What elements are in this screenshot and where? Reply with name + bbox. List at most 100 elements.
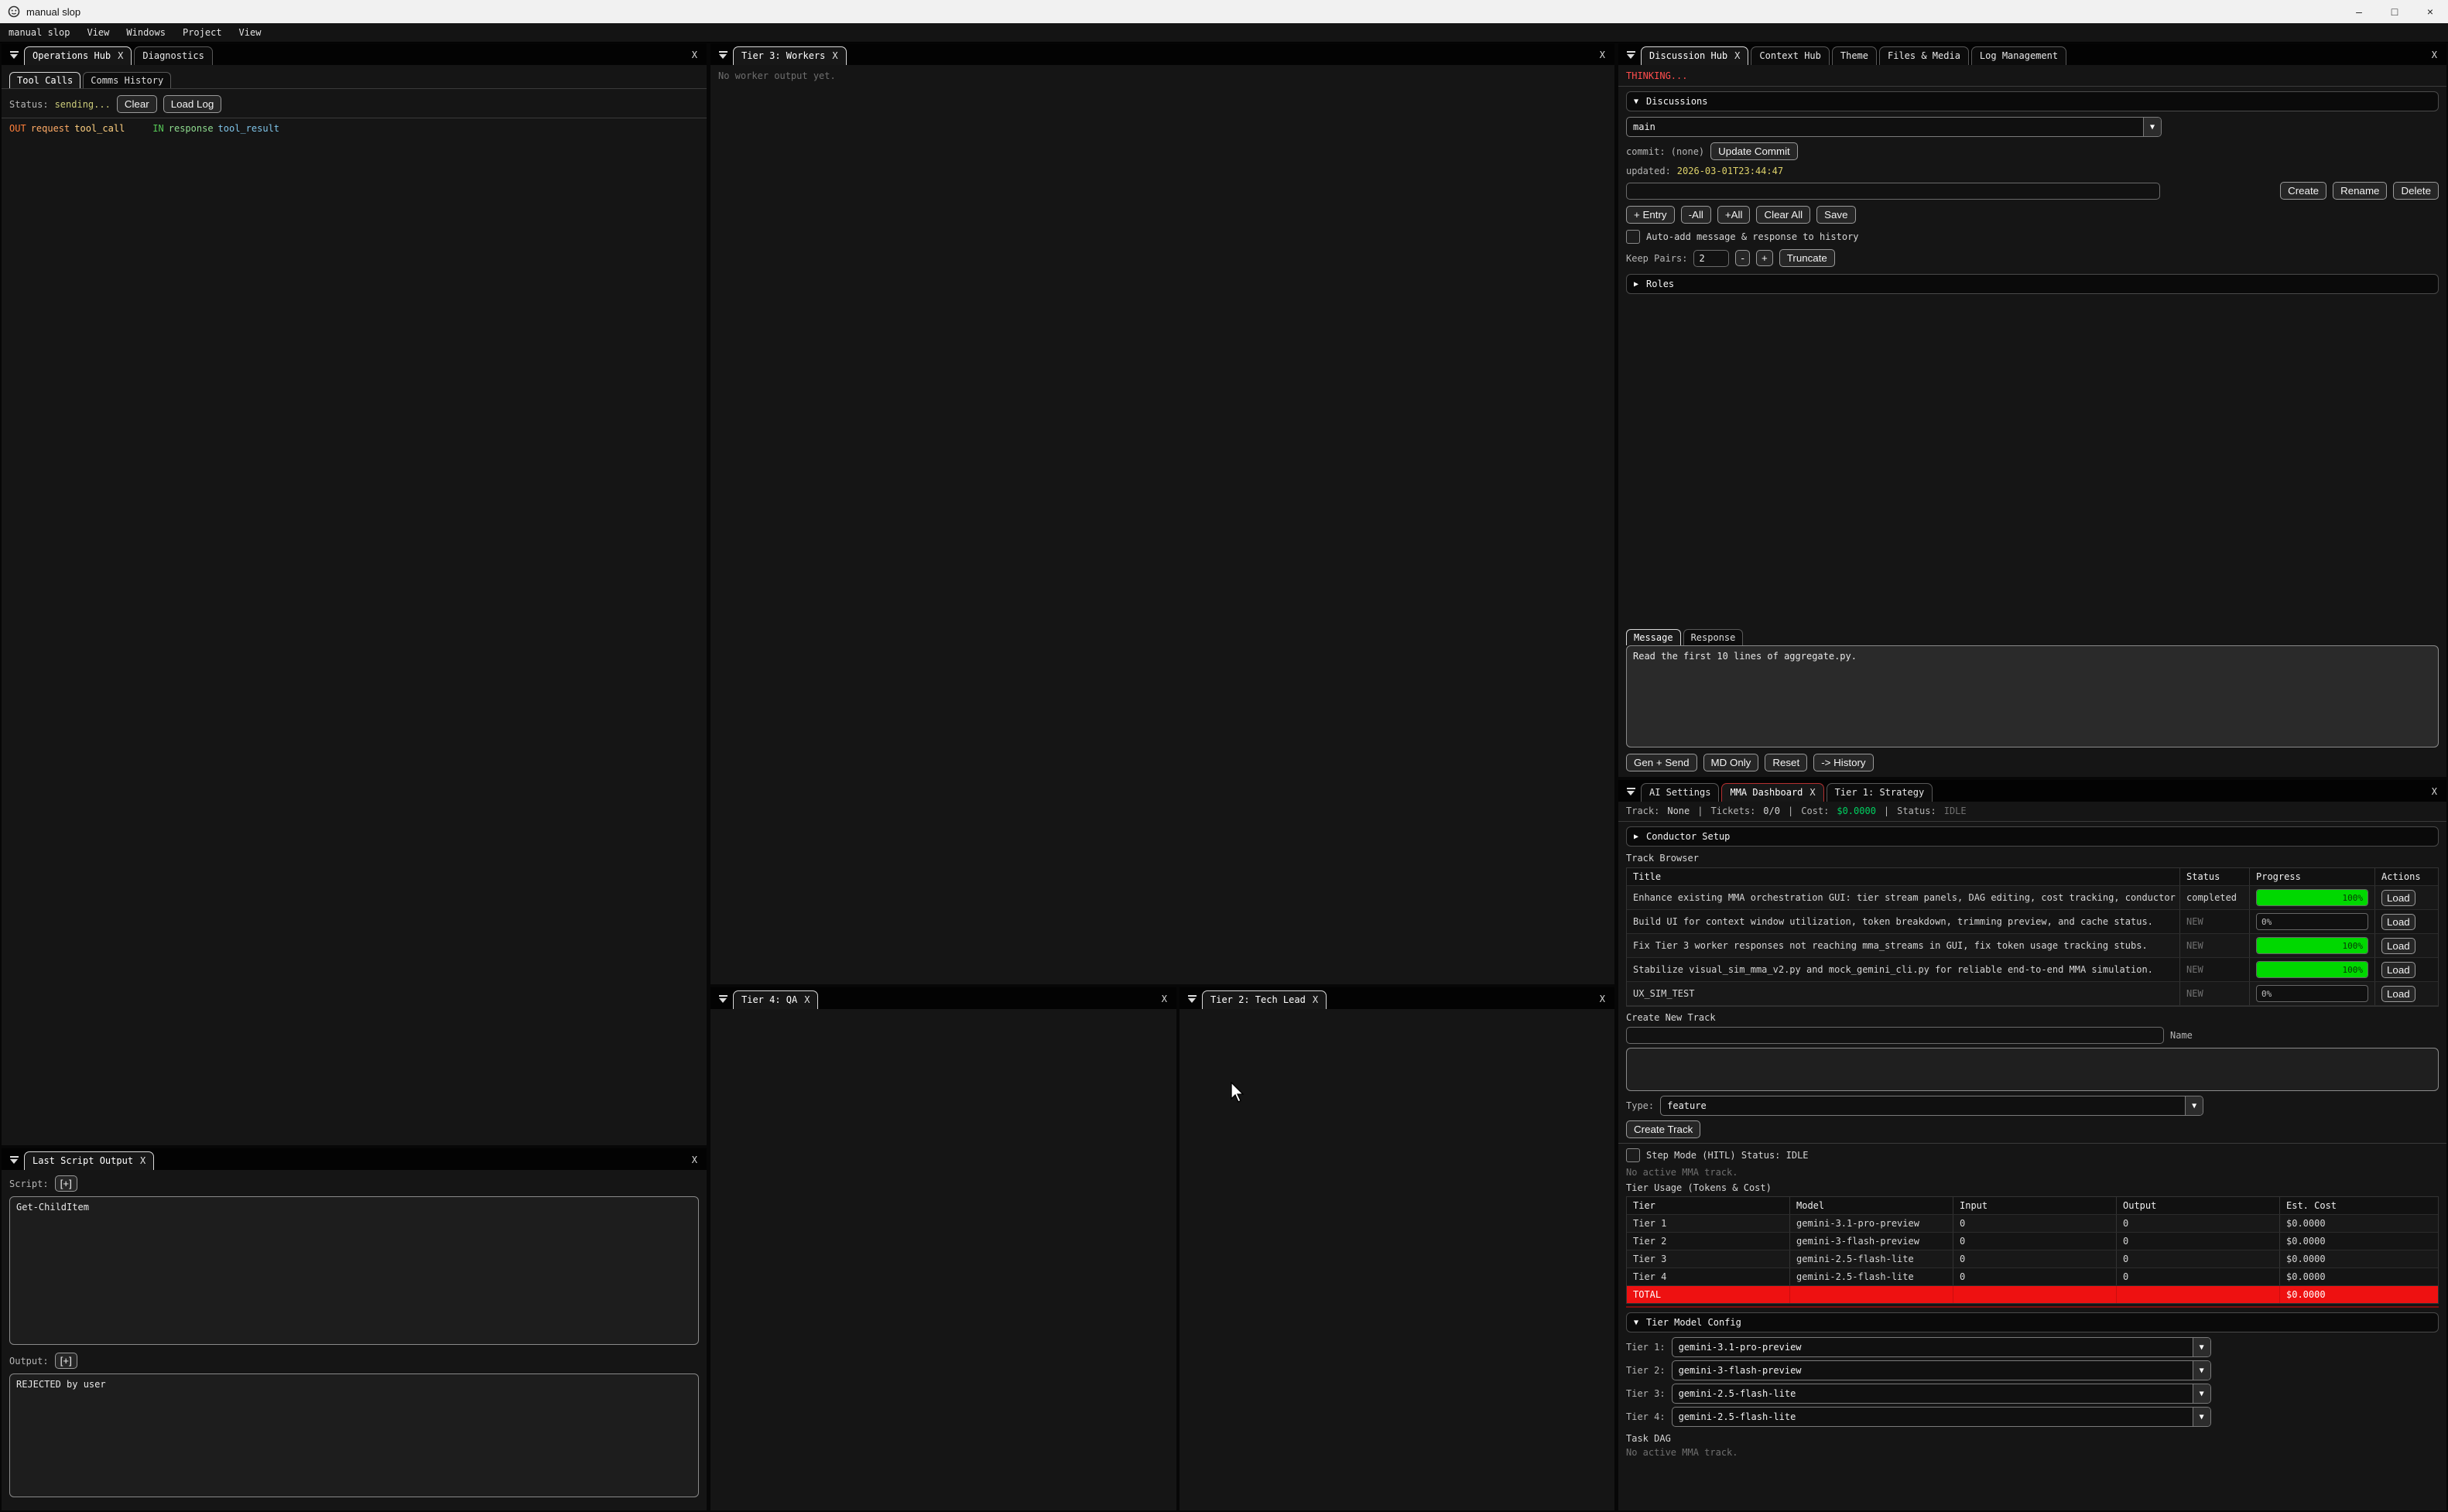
load-button[interactable]: Load — [2381, 914, 2415, 930]
tab-close-icon[interactable]: X — [1313, 994, 1318, 1005]
load-button[interactable]: Load — [2381, 890, 2415, 906]
menu-item-windows[interactable]: Windows — [118, 23, 174, 42]
menu-item-view-2[interactable]: View — [231, 23, 270, 42]
load-button[interactable]: Load — [2381, 986, 2415, 1002]
tab-close-icon[interactable]: X — [832, 50, 837, 61]
reset-button[interactable]: Reset — [1765, 754, 1807, 771]
add-entry-button[interactable]: + Entry — [1626, 206, 1675, 224]
md-only-button[interactable]: MD Only — [1703, 754, 1759, 771]
maximize-icon[interactable]: □ — [2377, 0, 2412, 23]
tab-tool-calls[interactable]: Tool Calls — [9, 72, 80, 88]
track-row[interactable]: Build UI for context window utilization,… — [1627, 910, 2438, 934]
tab-tier3-workers[interactable]: Tier 3: Workers X — [733, 46, 847, 65]
message-textarea[interactable]: Read the first 10 lines of aggregate.py. — [1626, 645, 2439, 747]
dock-close-icon[interactable]: X — [2432, 50, 2437, 60]
tab-diagnostics[interactable]: Diagnostics — [134, 46, 212, 65]
dock-menu-icon[interactable] — [6, 48, 22, 62]
tab-close-icon[interactable]: X — [1809, 787, 1815, 798]
tier-model-config-collapsible-header[interactable]: ▼ Tier Model Config — [1626, 1312, 2439, 1332]
menu-item-project[interactable]: Project — [174, 23, 231, 42]
tab-close-icon[interactable]: X — [804, 994, 810, 1005]
output-expand-button[interactable]: [+] — [55, 1353, 77, 1369]
clear-all-button[interactable]: Clear All — [1756, 206, 1810, 224]
track-row[interactable]: Stabilize visual_sim_mma_v2.py and mock_… — [1627, 958, 2438, 982]
track-name-input[interactable] — [1626, 1027, 2164, 1044]
dock-menu-icon[interactable] — [6, 1153, 22, 1167]
collapse-all-button[interactable]: -All — [1681, 206, 1711, 224]
track-type-select[interactable]: feature ▼ — [1660, 1096, 2203, 1116]
tool-call-log-row[interactable]: OUT request tool_call IN response tool_r… — [9, 123, 699, 134]
to-history-button[interactable]: -> History — [1813, 754, 1873, 771]
track-row[interactable]: Fix Tier 3 worker responses not reaching… — [1627, 934, 2438, 958]
tab-mma-dashboard[interactable]: MMA Dashboard X — [1721, 783, 1823, 802]
dock-close-icon[interactable]: X — [692, 50, 697, 60]
load-button[interactable]: Load — [2381, 938, 2415, 954]
track-browser-table: Title Status Progress Actions Enhance ex… — [1626, 867, 2439, 1007]
tab-close-icon[interactable]: X — [140, 1155, 146, 1166]
dock-close-icon[interactable]: X — [1600, 994, 1605, 1004]
rename-button[interactable]: Rename — [2333, 182, 2387, 200]
tab-close-icon[interactable]: X — [1734, 50, 1740, 61]
delete-button[interactable]: Delete — [2393, 182, 2439, 200]
tab-files-media[interactable]: Files & Media — [1879, 46, 1969, 65]
keep-pairs-decrement-button[interactable]: - — [1735, 250, 1749, 266]
tab-tier2-tech-lead[interactable]: Tier 2: Tech Lead X — [1202, 990, 1327, 1009]
auto-add-checkbox[interactable] — [1626, 230, 1640, 244]
create-button[interactable]: Create — [2280, 182, 2326, 200]
dock-menu-icon[interactable] — [1184, 992, 1200, 1006]
tier1-model-select[interactable]: gemini-3.1-pro-preview ▼ — [1672, 1337, 2211, 1357]
load-button[interactable]: Load — [2381, 962, 2415, 978]
tier2-model-select[interactable]: gemini-3-flash-preview ▼ — [1672, 1360, 2211, 1380]
track-row[interactable]: Enhance existing MMA orchestration GUI: … — [1627, 886, 2438, 910]
discussion-select[interactable]: main ▼ — [1626, 117, 2162, 137]
dock-close-icon[interactable]: X — [692, 1155, 697, 1165]
menu-item-manual-slop[interactable]: manual slop — [0, 23, 78, 42]
tab-ai-settings[interactable]: AI Settings — [1641, 783, 1719, 802]
tab-operations-hub[interactable]: Operations Hub X — [24, 46, 132, 65]
tier3-model-select[interactable]: gemini-2.5-flash-lite ▼ — [1672, 1384, 2211, 1404]
tab-last-script-output[interactable]: Last Script Output X — [24, 1151, 154, 1170]
track-row[interactable]: UX_SIM_TEST NEW 0% Load — [1627, 982, 2438, 1006]
update-commit-button[interactable]: Update Commit — [1710, 142, 1798, 160]
conductor-setup-collapsible-header[interactable]: ▶ Conductor Setup — [1626, 826, 2439, 847]
output-textarea[interactable]: REJECTED by user — [9, 1373, 699, 1497]
load-log-button[interactable]: Load Log — [163, 95, 222, 113]
keep-pairs-input[interactable] — [1693, 250, 1729, 267]
tab-close-icon[interactable]: X — [118, 50, 123, 61]
tab-context-hub[interactable]: Context Hub — [1751, 46, 1829, 65]
tab-log-management[interactable]: Log Management — [1971, 46, 2066, 65]
dock-menu-icon[interactable] — [1623, 785, 1638, 799]
dock-menu-icon[interactable] — [715, 48, 731, 62]
script-textarea[interactable]: Get-ChildItem — [9, 1196, 699, 1345]
step-mode-checkbox[interactable] — [1626, 1148, 1640, 1162]
tab-response[interactable]: Response — [1683, 629, 1744, 645]
clear-button[interactable]: Clear — [117, 95, 157, 113]
dock-menu-icon[interactable] — [1623, 48, 1638, 62]
tab-comms-history[interactable]: Comms History — [83, 72, 171, 88]
dock-menu-icon[interactable] — [715, 992, 731, 1006]
close-icon[interactable]: × — [2412, 0, 2448, 23]
script-expand-button[interactable]: [+] — [55, 1175, 77, 1192]
roles-collapsible-header[interactable]: ▶ Roles — [1626, 274, 2439, 294]
dock-close-icon[interactable]: X — [1162, 994, 1167, 1004]
discussions-collapsible-header[interactable]: ▼ Discussions — [1626, 91, 2439, 111]
track-description-textarea[interactable] — [1626, 1048, 2439, 1091]
tier4-model-select[interactable]: gemini-2.5-flash-lite ▼ — [1672, 1407, 2211, 1427]
discussion-name-input[interactable] — [1626, 183, 2160, 200]
dock-close-icon[interactable]: X — [2432, 786, 2437, 797]
menu-item-view[interactable]: View — [78, 23, 118, 42]
usage-row: Tier 1 gemini-3.1-pro-preview 0 0 $0.000… — [1627, 1215, 2438, 1233]
create-track-button[interactable]: Create Track — [1626, 1120, 1700, 1138]
dock-close-icon[interactable]: X — [1600, 50, 1605, 60]
truncate-button[interactable]: Truncate — [1779, 249, 1835, 267]
keep-pairs-increment-button[interactable]: + — [1756, 250, 1773, 266]
tab-tier1-strategy[interactable]: Tier 1: Strategy — [1827, 783, 1933, 802]
tab-theme[interactable]: Theme — [1832, 46, 1877, 65]
tab-discussion-hub[interactable]: Discussion Hub X — [1641, 46, 1748, 65]
minimize-icon[interactable]: – — [2341, 0, 2377, 23]
tab-tier4-qa[interactable]: Tier 4: QA X — [733, 990, 818, 1009]
expand-all-button[interactable]: +All — [1717, 206, 1751, 224]
tab-message[interactable]: Message — [1626, 629, 1681, 645]
gen-send-button[interactable]: Gen + Send — [1626, 754, 1697, 771]
save-button[interactable]: Save — [1816, 206, 1855, 224]
